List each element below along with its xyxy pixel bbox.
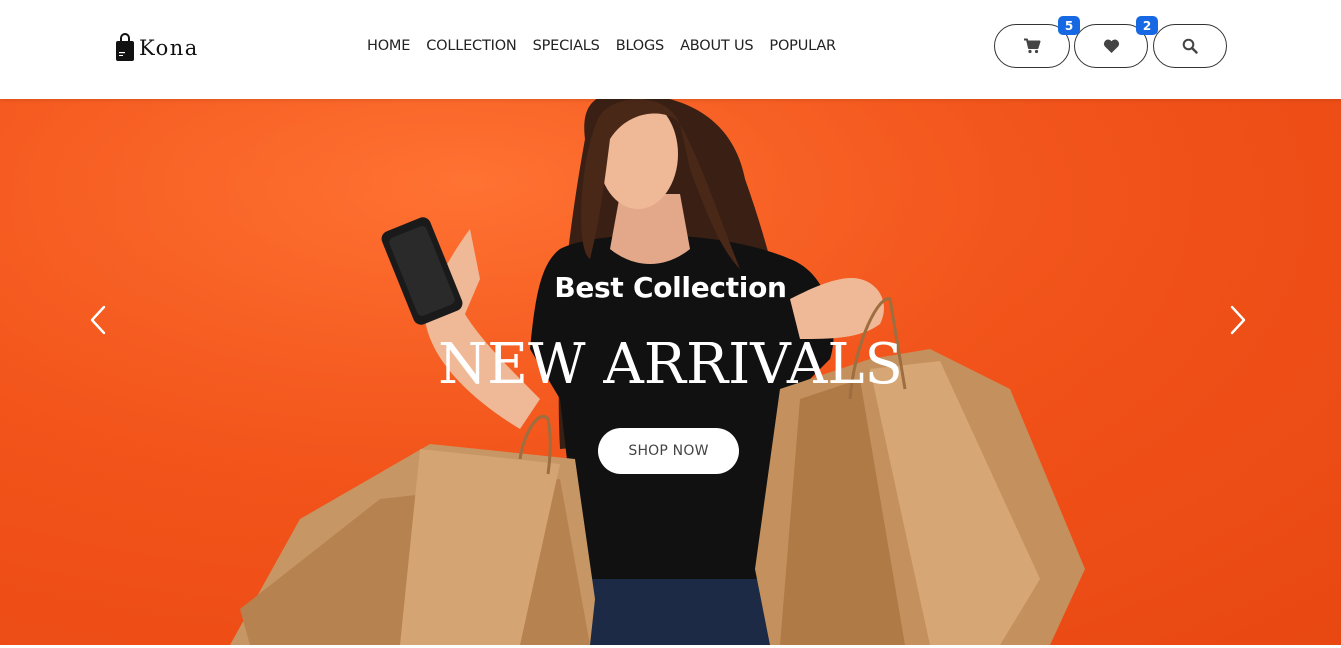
shop-now-button[interactable]: SHOP NOW [598, 428, 739, 474]
hero-subtitle: Best Collection [554, 271, 787, 304]
nav-item-popular[interactable]: POPULAR [769, 38, 836, 54]
hero-carousel: Best Collection NEW ARRIVALS SHOP NOW [0, 99, 1341, 645]
heart-icon [1103, 39, 1119, 53]
main-nav: HOME COLLECTION SPECIALS BLOGS ABOUT US … [367, 38, 836, 54]
search-icon [1182, 38, 1198, 54]
search-button[interactable] [1153, 24, 1227, 68]
hero-title: NEW ARRIVALS [438, 332, 903, 397]
cart-icon [1024, 38, 1041, 54]
nav-item-about-us[interactable]: ABOUT US [680, 38, 754, 54]
nav-item-collection[interactable]: COLLECTION [426, 38, 517, 54]
nav-item-blogs[interactable]: BLOGS [616, 38, 665, 54]
cart-count-badge: 5 [1058, 16, 1080, 35]
nav-item-specials[interactable]: SPECIALS [533, 38, 600, 54]
hero-caption: Best Collection NEW ARRIVALS SHOP NOW [0, 99, 1341, 645]
site-header: Kona HOME COLLECTION SPECIALS BLOGS ABOU… [0, 0, 1341, 99]
shopping-bag-logo-icon [116, 33, 134, 61]
nav-item-home[interactable]: HOME [367, 38, 410, 54]
wishlist-count-badge: 2 [1136, 16, 1158, 35]
brand-name: Kona [139, 36, 199, 60]
brand-logo[interactable]: Kona [114, 31, 199, 63]
